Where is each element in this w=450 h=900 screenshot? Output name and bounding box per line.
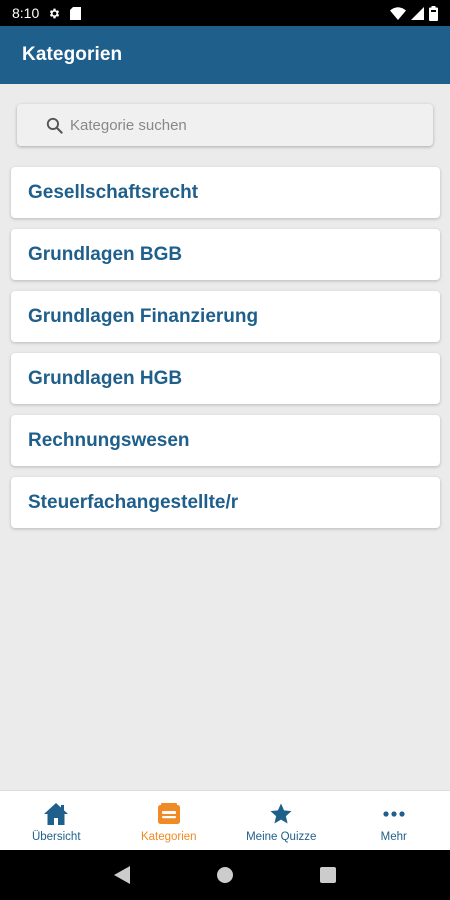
status-bar: 8:10 (0, 0, 450, 26)
nav-item-uebersicht[interactable]: Übersicht (0, 791, 113, 851)
star-icon (268, 802, 294, 826)
category-box-icon (156, 802, 182, 826)
category-item[interactable]: Grundlagen Finanzierung (11, 291, 440, 342)
nav-item-kategorien[interactable]: Kategorien (113, 791, 226, 851)
system-nav-bar (0, 850, 450, 900)
nav-label: Mehr (380, 831, 407, 843)
wifi-icon (390, 6, 406, 20)
home-icon (43, 802, 69, 826)
cell-signal-icon (411, 6, 424, 20)
category-label: Grundlagen BGB (28, 243, 183, 265)
app-bar: Kategorien (0, 26, 450, 84)
nav-label: Kategorien (140, 831, 197, 843)
category-label: Rechnungswesen (28, 429, 190, 451)
sd-card-icon (70, 6, 82, 20)
bottom-nav: Übersicht Kategorien Meine Quizze Mehr (0, 790, 450, 851)
recents-square-icon[interactable] (308, 855, 348, 895)
home-circle-icon[interactable] (205, 855, 245, 895)
page-title: Kategorien (22, 44, 123, 65)
category-label: Grundlagen Finanzierung (28, 305, 259, 327)
settings-gear-icon (48, 7, 61, 20)
category-label: Gesellschaftsrecht (28, 181, 199, 203)
status-left: 8:10 (12, 5, 82, 21)
category-list: Gesellschaftsrecht Grundlagen BGB Grundl… (11, 167, 440, 539)
nav-item-mehr[interactable]: Mehr (338, 791, 450, 851)
category-item[interactable]: Rechnungswesen (11, 415, 440, 466)
more-dots-icon (381, 802, 407, 826)
category-label: Grundlagen HGB (28, 367, 183, 389)
battery-icon (429, 5, 438, 21)
nav-item-meine-quizze[interactable]: Meine Quizze (225, 791, 338, 851)
search-bar[interactable] (17, 104, 433, 146)
category-item[interactable]: Gesellschaftsrecht (11, 167, 440, 218)
nav-label: Übersicht (31, 831, 81, 843)
nav-label: Meine Quizze (246, 831, 317, 843)
status-right (390, 5, 438, 21)
category-item[interactable]: Steuerfachangestellte/r (11, 477, 440, 528)
category-item[interactable]: Grundlagen BGB (11, 229, 440, 280)
search-icon (45, 116, 64, 135)
search-input[interactable] (70, 116, 410, 134)
back-icon[interactable] (102, 855, 142, 895)
category-item[interactable]: Grundlagen HGB (11, 353, 440, 404)
category-label: Steuerfachangestellte/r (28, 491, 239, 513)
status-time: 8:10 (12, 5, 40, 21)
